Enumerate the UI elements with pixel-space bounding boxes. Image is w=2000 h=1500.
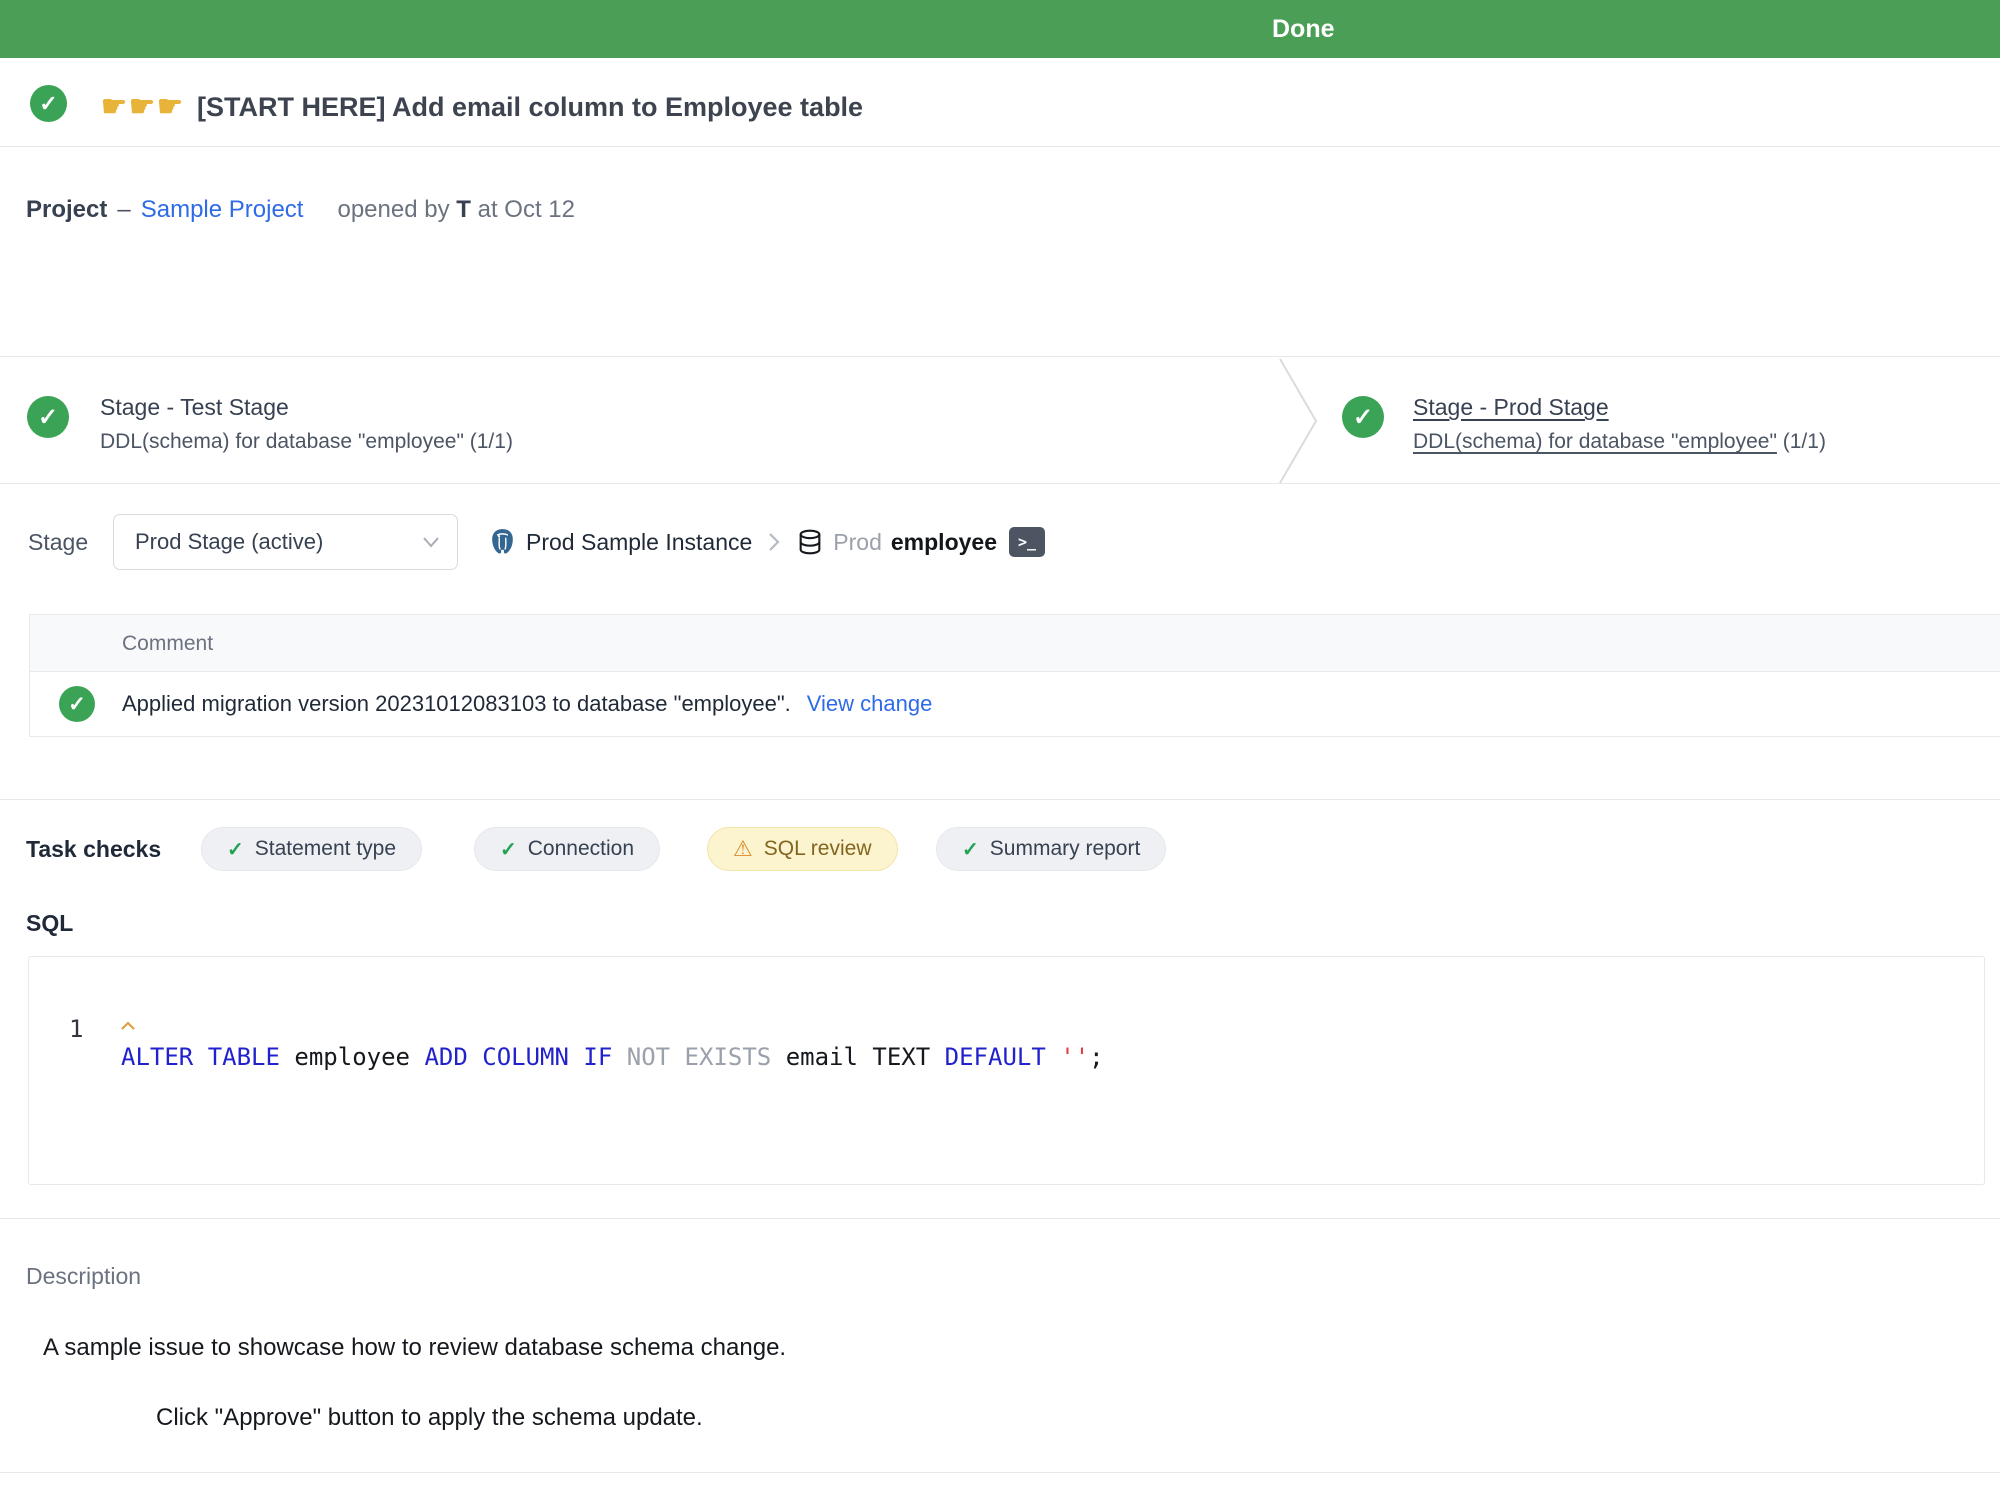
issue-status-bar: Done <box>0 0 2000 58</box>
project-label: Project <box>26 196 107 223</box>
description-top-divider <box>0 1218 2000 1219</box>
stage-select-value: Prod Stage (active) <box>135 529 323 555</box>
issue-status-done-label: Done <box>1272 0 1335 58</box>
creator-name: T <box>456 196 471 223</box>
pointing-finger-emoji: ☛☛☛ <box>101 91 185 123</box>
stage-prod-subtitle[interactable]: DDL(schema) for database "employee" (1/1… <box>1413 430 1826 454</box>
task-checks-label: Task checks <box>26 827 161 871</box>
issue-page: Done ✓ ☛☛☛ [START HERE] Add email column … <box>0 0 2000 1500</box>
stage-prod-check-icon: ✓ <box>1342 396 1384 438</box>
database-icon <box>796 527 824 557</box>
stage-item-prod[interactable]: ✓ Stage - Prod Stage DDL(schema) for dat… <box>1342 357 2000 485</box>
sql-section-label: SQL <box>26 910 73 937</box>
stage-prod-title[interactable]: Stage - Prod Stage <box>1413 394 1609 421</box>
sql-code: ALTER TABLE employee ADD COLUMN IF NOT E… <box>121 1043 1104 1071</box>
issue-done-check-icon: ✓ <box>30 85 67 122</box>
sql-editor-console-icon[interactable]: >_ <box>1009 527 1045 557</box>
check-icon: ✓ <box>500 837 517 862</box>
section-divider <box>0 799 2000 800</box>
description-label: Description <box>26 1263 141 1290</box>
warning-triangle-icon: ⚠ <box>733 836 753 862</box>
comment-success-check-icon: ✓ <box>59 686 95 722</box>
check-icon: ✓ <box>227 837 244 862</box>
description-paragraph: Click "Approve" button to apply the sche… <box>156 1404 703 1432</box>
check-pill-statement-type[interactable]: ✓ Statement type <box>201 827 422 871</box>
project-row: Project–Sample Project opened by T at Oct… <box>26 196 575 224</box>
check-pill-summary-report[interactable]: ✓ Summary report <box>936 827 1166 871</box>
check-icon: ✓ <box>962 837 979 862</box>
stage-selector-label: Stage <box>28 514 88 570</box>
description-bottom-divider <box>0 1472 2000 1473</box>
issue-title-text: [START HERE] Add email column to Employe… <box>197 92 863 122</box>
issue-title: ☛☛☛ [START HERE] Add email column to Empl… <box>101 89 863 124</box>
stage-test-check-icon: ✓ <box>27 396 69 438</box>
project-separator: – <box>117 196 130 223</box>
stage-pipeline: ✓ Stage - Test Stage DDL(schema) for dat… <box>0 356 2000 484</box>
title-divider <box>0 146 2000 147</box>
database-breadcrumb: Prod Sample Instance Prod employee >_ <box>487 514 1045 570</box>
comment-table-header: Comment <box>30 615 2000 672</box>
project-name-link[interactable]: Sample Project <box>141 196 304 223</box>
sql-warning-squiggle-icon <box>121 1021 141 1031</box>
chevron-down-icon <box>421 535 441 549</box>
view-change-link[interactable]: View change <box>807 691 933 716</box>
comment-text: Applied migration version 20231012083103… <box>122 691 791 716</box>
postgresql-icon <box>487 526 518 558</box>
line-number: 1 <box>69 1015 93 1043</box>
comment-row: ✓ Applied migration version 202310120831… <box>30 672 2000 736</box>
environment-label: Prod <box>833 529 882 556</box>
opened-by-label: opened by <box>337 196 449 223</box>
description-paragraph: A sample issue to showcase how to review… <box>43 1334 786 1362</box>
check-pill-sql-review[interactable]: ⚠ SQL review <box>707 827 898 871</box>
instance-name-link[interactable]: Prod Sample Instance <box>526 529 752 556</box>
opened-at-label: at Oct 12 <box>478 196 575 223</box>
check-pill-connection[interactable]: ✓ Connection <box>474 827 660 871</box>
stage-test-title: Stage - Test Stage <box>100 394 289 421</box>
database-name-link[interactable]: employee <box>891 529 997 556</box>
comment-table: Comment ✓ Applied migration version 2023… <box>29 614 2000 737</box>
stage-item-test[interactable]: ✓ Stage - Test Stage DDL(schema) for dat… <box>0 357 1278 485</box>
stage-separator-chevron-icon <box>1278 357 1322 485</box>
sql-editor: 1 ALTER TABLE employee ADD COLUMN IF NOT… <box>28 956 1985 1185</box>
sql-statement-line: 1 ALTER TABLE employee ADD COLUMN IF NOT… <box>29 987 116 1099</box>
breadcrumb-chevron-icon <box>766 530 782 554</box>
stage-select-dropdown[interactable]: Prod Stage (active) <box>113 514 458 570</box>
stage-test-subtitle: DDL(schema) for database "employee" (1/1… <box>100 430 513 454</box>
